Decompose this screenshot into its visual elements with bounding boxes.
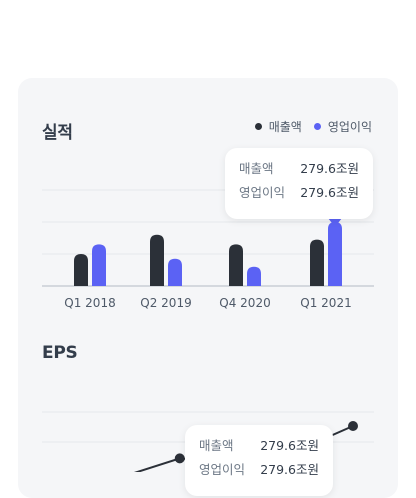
eps-point: [174, 453, 185, 464]
tooltip-row-revenue: 매출액 279.6조원: [199, 434, 319, 458]
tooltip-label: 영업이익: [199, 462, 246, 477]
eps-point: [348, 421, 358, 431]
eps-tooltip: 매출액 279.6조원 영업이익 279.6조원: [185, 425, 333, 496]
tooltip-row-operating-profit: 영업이익 279.6조원: [199, 458, 319, 482]
tooltip-value: 279.6조원: [260, 438, 319, 453]
eps-line-chart: [42, 411, 374, 472]
tooltip-label: 매출액: [199, 438, 234, 453]
tooltip-value: 279.6조원: [260, 462, 319, 477]
